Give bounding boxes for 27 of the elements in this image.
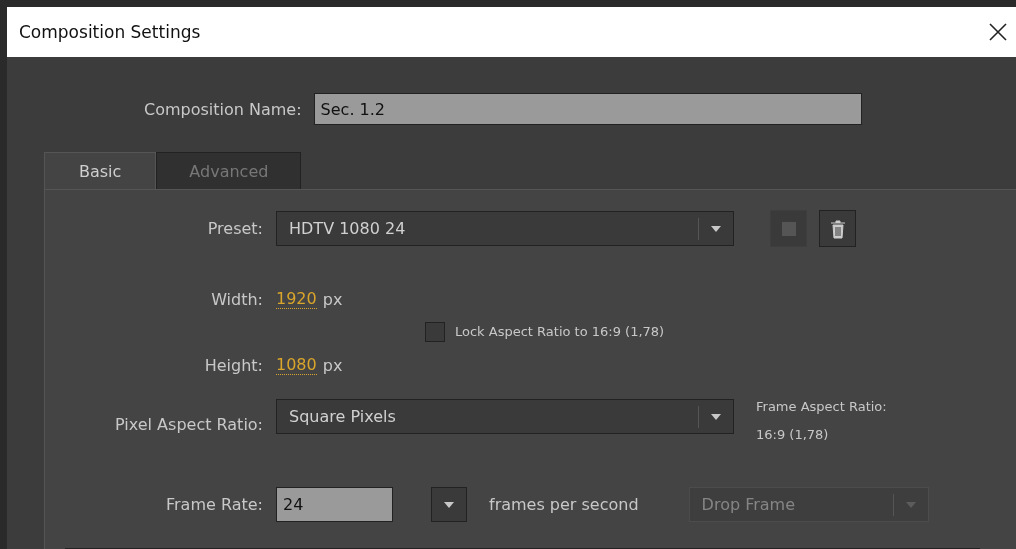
- field-label: Frame Rate:: [165, 495, 263, 514]
- field-label: Width:: [210, 289, 263, 309]
- field-label: Pixel Aspect Ratio:: [114, 414, 263, 434]
- field-label: Composition Name:: [144, 99, 302, 119]
- drop-frame-dropdown: Drop Frame: [688, 487, 929, 522]
- caret-icon: [443, 500, 455, 509]
- window-title: Composition Settings: [19, 22, 201, 42]
- field-label: Height:: [203, 355, 263, 375]
- preset-dropdown[interactable]: HDTV 1080 24: [276, 211, 734, 246]
- unit-label: px: [322, 289, 343, 309]
- width-value[interactable]: 1920: [276, 289, 317, 309]
- checkbox[interactable]: [425, 322, 445, 342]
- name-input-field[interactable]: Sec. 1.2: [313, 93, 862, 125]
- trash-icon: [829, 218, 846, 239]
- close-icon[interactable]: [988, 22, 1008, 42]
- height-value[interactable]: 1080: [276, 355, 317, 375]
- frame-rate-input[interactable]: 24: [276, 487, 393, 522]
- tab[interactable]: Basic: [44, 152, 157, 189]
- frame-rate-dropdown-button[interactable]: [431, 487, 467, 522]
- frame-aspect-value: 16:9 (1,78): [756, 426, 830, 444]
- field-label: Preset:: [206, 219, 263, 238]
- frame-aspect-label: Frame Aspect Ratio:: [756, 398, 887, 416]
- delete-button[interactable]: [819, 210, 856, 247]
- checkbox-label: Lock Aspect Ratio to 16:9 (1,78): [455, 323, 665, 341]
- unit-label: frames per second: [489, 495, 639, 514]
- unit-label: px: [322, 355, 343, 375]
- pixel-aspect-dropdown[interactable]: Square Pixels: [276, 399, 734, 434]
